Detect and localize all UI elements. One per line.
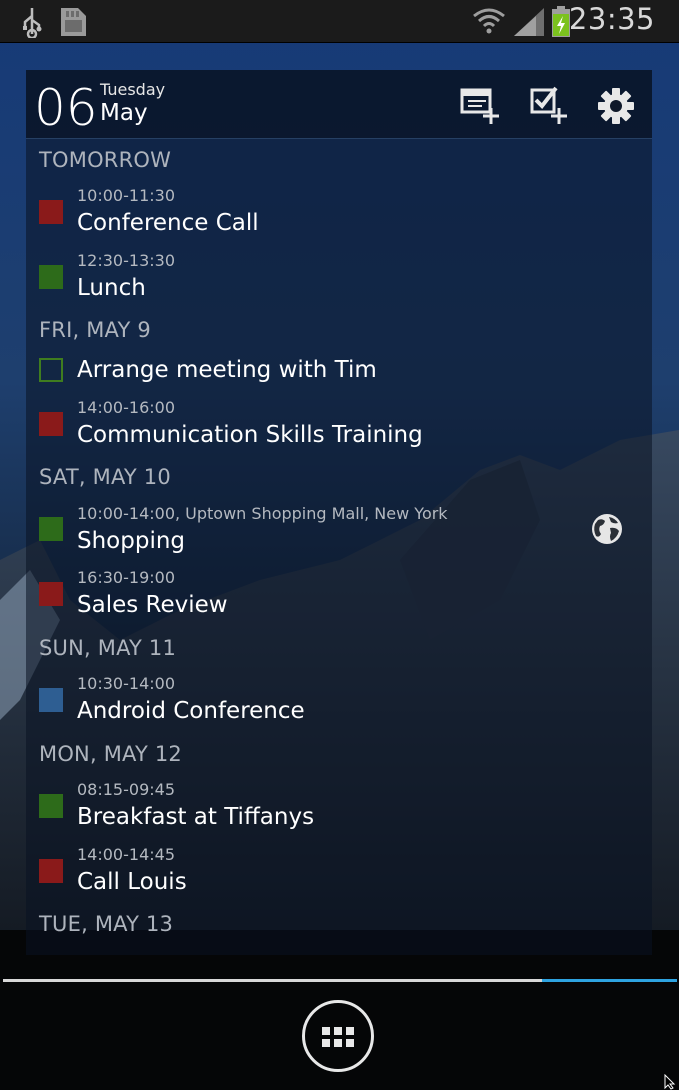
usb-icon <box>23 8 42 38</box>
calendar-color-swatch <box>39 859 63 883</box>
day-heading: TOMORROW <box>39 148 172 172</box>
event-time: 12:30-13:30 <box>77 251 175 270</box>
calendar-color-swatch <box>39 582 63 606</box>
add-task-icon[interactable] <box>526 84 570 128</box>
app-drawer-icon <box>322 1027 354 1047</box>
task-title[interactable]: Arrange meeting with Tim <box>77 357 377 383</box>
header-day-number[interactable]: 06 <box>34 80 98 136</box>
header-month: May <box>100 100 148 126</box>
signal-icon <box>514 8 544 36</box>
cursor-icon <box>664 1074 676 1090</box>
settings-icon[interactable] <box>594 84 638 128</box>
event-time: 16:30-19:00 <box>77 568 175 587</box>
event-time: 14:00-16:00 <box>77 398 175 417</box>
event-title[interactable]: Shopping <box>77 528 185 554</box>
event-title[interactable]: Call Louis <box>77 869 187 895</box>
event-title[interactable]: Android Conference <box>77 698 305 724</box>
event-title[interactable]: Breakfast at Tiffanys <box>77 804 314 830</box>
day-heading: MON, MAY 12 <box>39 742 182 766</box>
event-time: 08:15-09:45 <box>77 780 175 799</box>
event-title[interactable]: Sales Review <box>77 592 228 618</box>
day-heading: SUN, MAY 11 <box>39 636 177 660</box>
event-title[interactable]: Conference Call <box>77 210 259 236</box>
widget-header: 06 Tuesday May <box>26 70 652 139</box>
agenda-widget[interactable]: 06 Tuesday May TOMORROW 10:00-11:30 Conf… <box>26 70 652 955</box>
status-clock: 23:35 <box>568 2 655 36</box>
event-time: 10:30-14:00 <box>77 674 175 693</box>
sd-card-icon <box>61 8 86 36</box>
calendar-color-swatch <box>39 200 63 224</box>
calendar-color-swatch <box>39 688 63 712</box>
event-title[interactable]: Communication Skills Training <box>77 422 423 448</box>
status-bar: 23:35 <box>0 0 679 42</box>
day-heading: TUE, MAY 13 <box>39 912 174 936</box>
day-heading: SAT, MAY 10 <box>39 465 171 489</box>
calendar-color-swatch <box>39 794 63 818</box>
page-indicator-current <box>542 979 677 982</box>
event-time: 14:00-14:45 <box>77 845 175 864</box>
day-heading: FRI, MAY 9 <box>39 318 151 342</box>
event-title[interactable]: Lunch <box>77 275 146 301</box>
wifi-icon <box>473 8 505 34</box>
calendar-color-swatch <box>39 517 63 541</box>
app-drawer-button[interactable] <box>302 1000 374 1072</box>
header-weekday: Tuesday <box>100 80 166 99</box>
calendar-color-swatch <box>39 265 63 289</box>
add-event-icon[interactable] <box>458 84 502 128</box>
event-time: 10:00-14:00, Uptown Shopping Mall, New Y… <box>77 504 448 523</box>
globe-icon[interactable] <box>590 512 624 546</box>
task-checkbox[interactable] <box>39 358 63 382</box>
event-time: 10:00-11:30 <box>77 186 175 205</box>
calendar-color-swatch <box>39 412 63 436</box>
